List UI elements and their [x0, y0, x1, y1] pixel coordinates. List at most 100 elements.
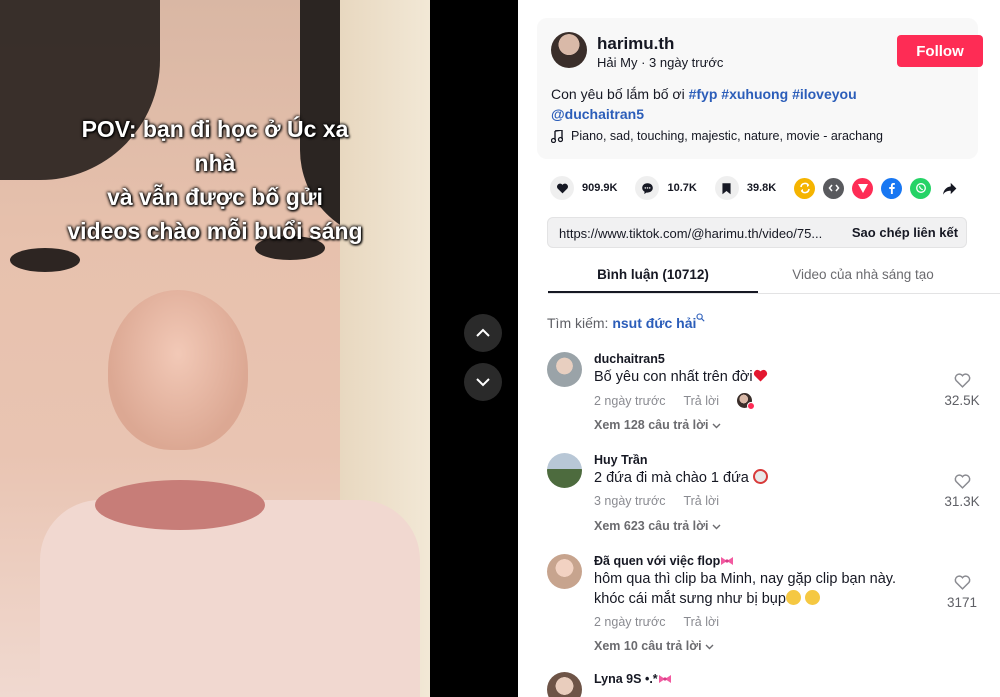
video-frame-shirt [40, 500, 420, 697]
embed-icon [828, 184, 840, 192]
video-player[interactable]: POV: bạn đi học ở Úc xa nhà và vẫn được … [0, 0, 430, 697]
commenter-name[interactable]: Đã quen với việc flop [594, 554, 734, 568]
comment-like-count: 32.5K [944, 393, 980, 408]
comment-item: Đã quen với việc flop hôm qua thì clip b… [547, 554, 987, 664]
ribbon-emoji-icon [658, 675, 671, 683]
heart-outline-icon [954, 373, 970, 388]
music-note-icon [551, 129, 563, 143]
video-frame-face [108, 290, 248, 450]
hashtag-link[interactable]: #fyp [689, 86, 718, 102]
commenter-avatar[interactable] [547, 554, 582, 589]
commenter-name[interactable]: Huy Trần [594, 453, 648, 467]
overlay-line: videos chào mỗi buổi sáng [67, 218, 363, 244]
author-handle[interactable]: harimu.th [597, 34, 674, 54]
send-icon [857, 184, 868, 193]
mention-link[interactable]: @duchaitran5 [551, 106, 644, 122]
comment-bubble-icon [642, 182, 653, 194]
commenter-name[interactable]: Lyna 9S •.* [594, 672, 672, 686]
repost-icon [799, 182, 810, 194]
tab-creator-videos[interactable]: Video của nhà sáng tạo [758, 259, 968, 293]
comment-button[interactable] [635, 176, 660, 200]
facebook-share-button[interactable] [881, 177, 903, 199]
ribbon-emoji-icon [721, 557, 734, 565]
creator-liked-badge [736, 393, 755, 410]
comment-like[interactable]: 3171 [937, 574, 987, 612]
video-link-box: https://www.tiktok.com/@harimu.th/video/… [547, 217, 967, 248]
comment-search-suggestion: Tìm kiếm: nsut đức hải [547, 313, 705, 331]
comment-text: hôm qua thì clip ba Minh, nay gặp clip b… [594, 569, 904, 609]
save-action[interactable]: 39.8K [714, 176, 777, 200]
reply-button[interactable]: Trả lời [683, 394, 719, 408]
save-button[interactable] [714, 176, 739, 200]
commenter-avatar[interactable] [547, 453, 582, 488]
comment-time: 2 ngày trước [594, 615, 666, 629]
video-frame-eye-left [10, 248, 80, 272]
whatsapp-icon [915, 183, 926, 193]
commenter-avatar[interactable] [547, 672, 582, 697]
heart-outline-icon [954, 575, 970, 590]
whatsapp-share-button[interactable] [910, 177, 932, 199]
heart-icon [556, 183, 568, 193]
music-title: Piano, sad, touching, majestic, nature, … [571, 129, 883, 143]
video-link-url[interactable]: https://www.tiktok.com/@harimu.th/video/… [559, 226, 822, 241]
caption-text: Con yêu bố lắm bố ơi [551, 86, 685, 102]
pleading-face-emoji-icon [804, 590, 820, 605]
separator-dot: · [641, 55, 650, 70]
reply-button[interactable]: Trả lời [683, 615, 719, 629]
more-share-button[interactable] [939, 178, 960, 199]
comment-time: 3 ngày trước [594, 494, 666, 508]
chevron-down-icon [712, 524, 721, 530]
follow-button[interactable]: Follow [897, 35, 983, 67]
search-label: Tìm kiếm: [547, 315, 609, 331]
video-frame-lips [95, 480, 265, 530]
clown-emoji-icon [752, 469, 768, 484]
author-avatar[interactable] [551, 32, 587, 68]
author-subtitle: Hải My · 3 ngày trước [597, 55, 723, 70]
view-replies-label: Xem 10 câu trả lời [594, 639, 702, 653]
commenter-name[interactable]: duchaitran5 [594, 352, 665, 366]
view-replies-button[interactable]: Xem 128 câu trả lời [594, 418, 721, 432]
like-count: 909.9K [582, 182, 618, 194]
video-overlay-text: POV: bạn đi học ở Úc xa nhà và vẫn được … [60, 112, 370, 248]
action-bar: 909.9K 10.7K 39.8K [550, 176, 968, 200]
overlay-line: và vẫn được bố gửi [107, 184, 323, 210]
author-display-name: Hải My [597, 55, 638, 70]
comment-time: 2 ngày trước [594, 393, 666, 408]
like-button[interactable] [550, 176, 574, 200]
chevron-down-icon [712, 423, 721, 429]
search-term-link[interactable]: nsut đức hải [612, 315, 696, 331]
tab-comments[interactable]: Bình luận (10712) [548, 259, 758, 293]
reply-button[interactable]: Trả lời [683, 494, 719, 508]
comment-item: Lyna 9S •.* [547, 672, 987, 697]
comment-meta: 3 ngày trước Trả lời [594, 494, 719, 508]
send-button[interactable] [852, 177, 874, 199]
next-video-button[interactable] [464, 363, 502, 401]
hashtag-link[interactable]: #xuhuong [721, 86, 788, 102]
copy-link-button[interactable]: Sao chép liên kết [844, 218, 966, 247]
embed-button[interactable] [823, 177, 845, 199]
previous-video-button[interactable] [464, 314, 502, 352]
commenter-name-text: Lyna 9S •.* [594, 672, 658, 686]
commenter-avatar[interactable] [547, 352, 582, 387]
music-link[interactable]: Piano, sad, touching, majestic, nature, … [551, 129, 883, 143]
video-info-card: harimu.th Hải My · 3 ngày trước Follow C… [537, 18, 983, 159]
comment-item: Huy Trần 2 đứa đi mà chào 1 đứa 3 ngày t… [547, 453, 987, 543]
comment-text: Bố yêu con nhất trên đời [594, 367, 904, 387]
repost-button[interactable] [794, 177, 816, 199]
comment-text: 2 đứa đi mà chào 1 đứa [594, 468, 904, 488]
hashtag-link[interactable]: #iloveyou [792, 86, 857, 102]
details-panel: harimu.th Hải My · 3 ngày trước Follow C… [518, 0, 1000, 697]
view-replies-button[interactable]: Xem 10 câu trả lời [594, 639, 714, 653]
comment-like-count: 31.3K [944, 494, 980, 509]
comment-like[interactable]: 32.5K [937, 372, 987, 410]
view-replies-button[interactable]: Xem 623 câu trả lời [594, 519, 721, 533]
comment-action[interactable]: 10.7K [635, 176, 697, 200]
view-replies-label: Xem 128 câu trả lời [594, 418, 709, 432]
save-count: 39.8K [746, 182, 777, 194]
comment-like[interactable]: 31.3K [937, 473, 987, 511]
panel-tabs: Bình luận (10712) Video của nhà sáng tạo [548, 259, 1000, 294]
overlay-line: POV: bạn đi học ở Úc xa nhà [81, 116, 349, 176]
like-action[interactable]: 909.9K [550, 176, 617, 200]
heart-outline-icon [954, 474, 970, 489]
video-area: POV: bạn đi học ở Úc xa nhà và vẫn được … [0, 0, 518, 697]
